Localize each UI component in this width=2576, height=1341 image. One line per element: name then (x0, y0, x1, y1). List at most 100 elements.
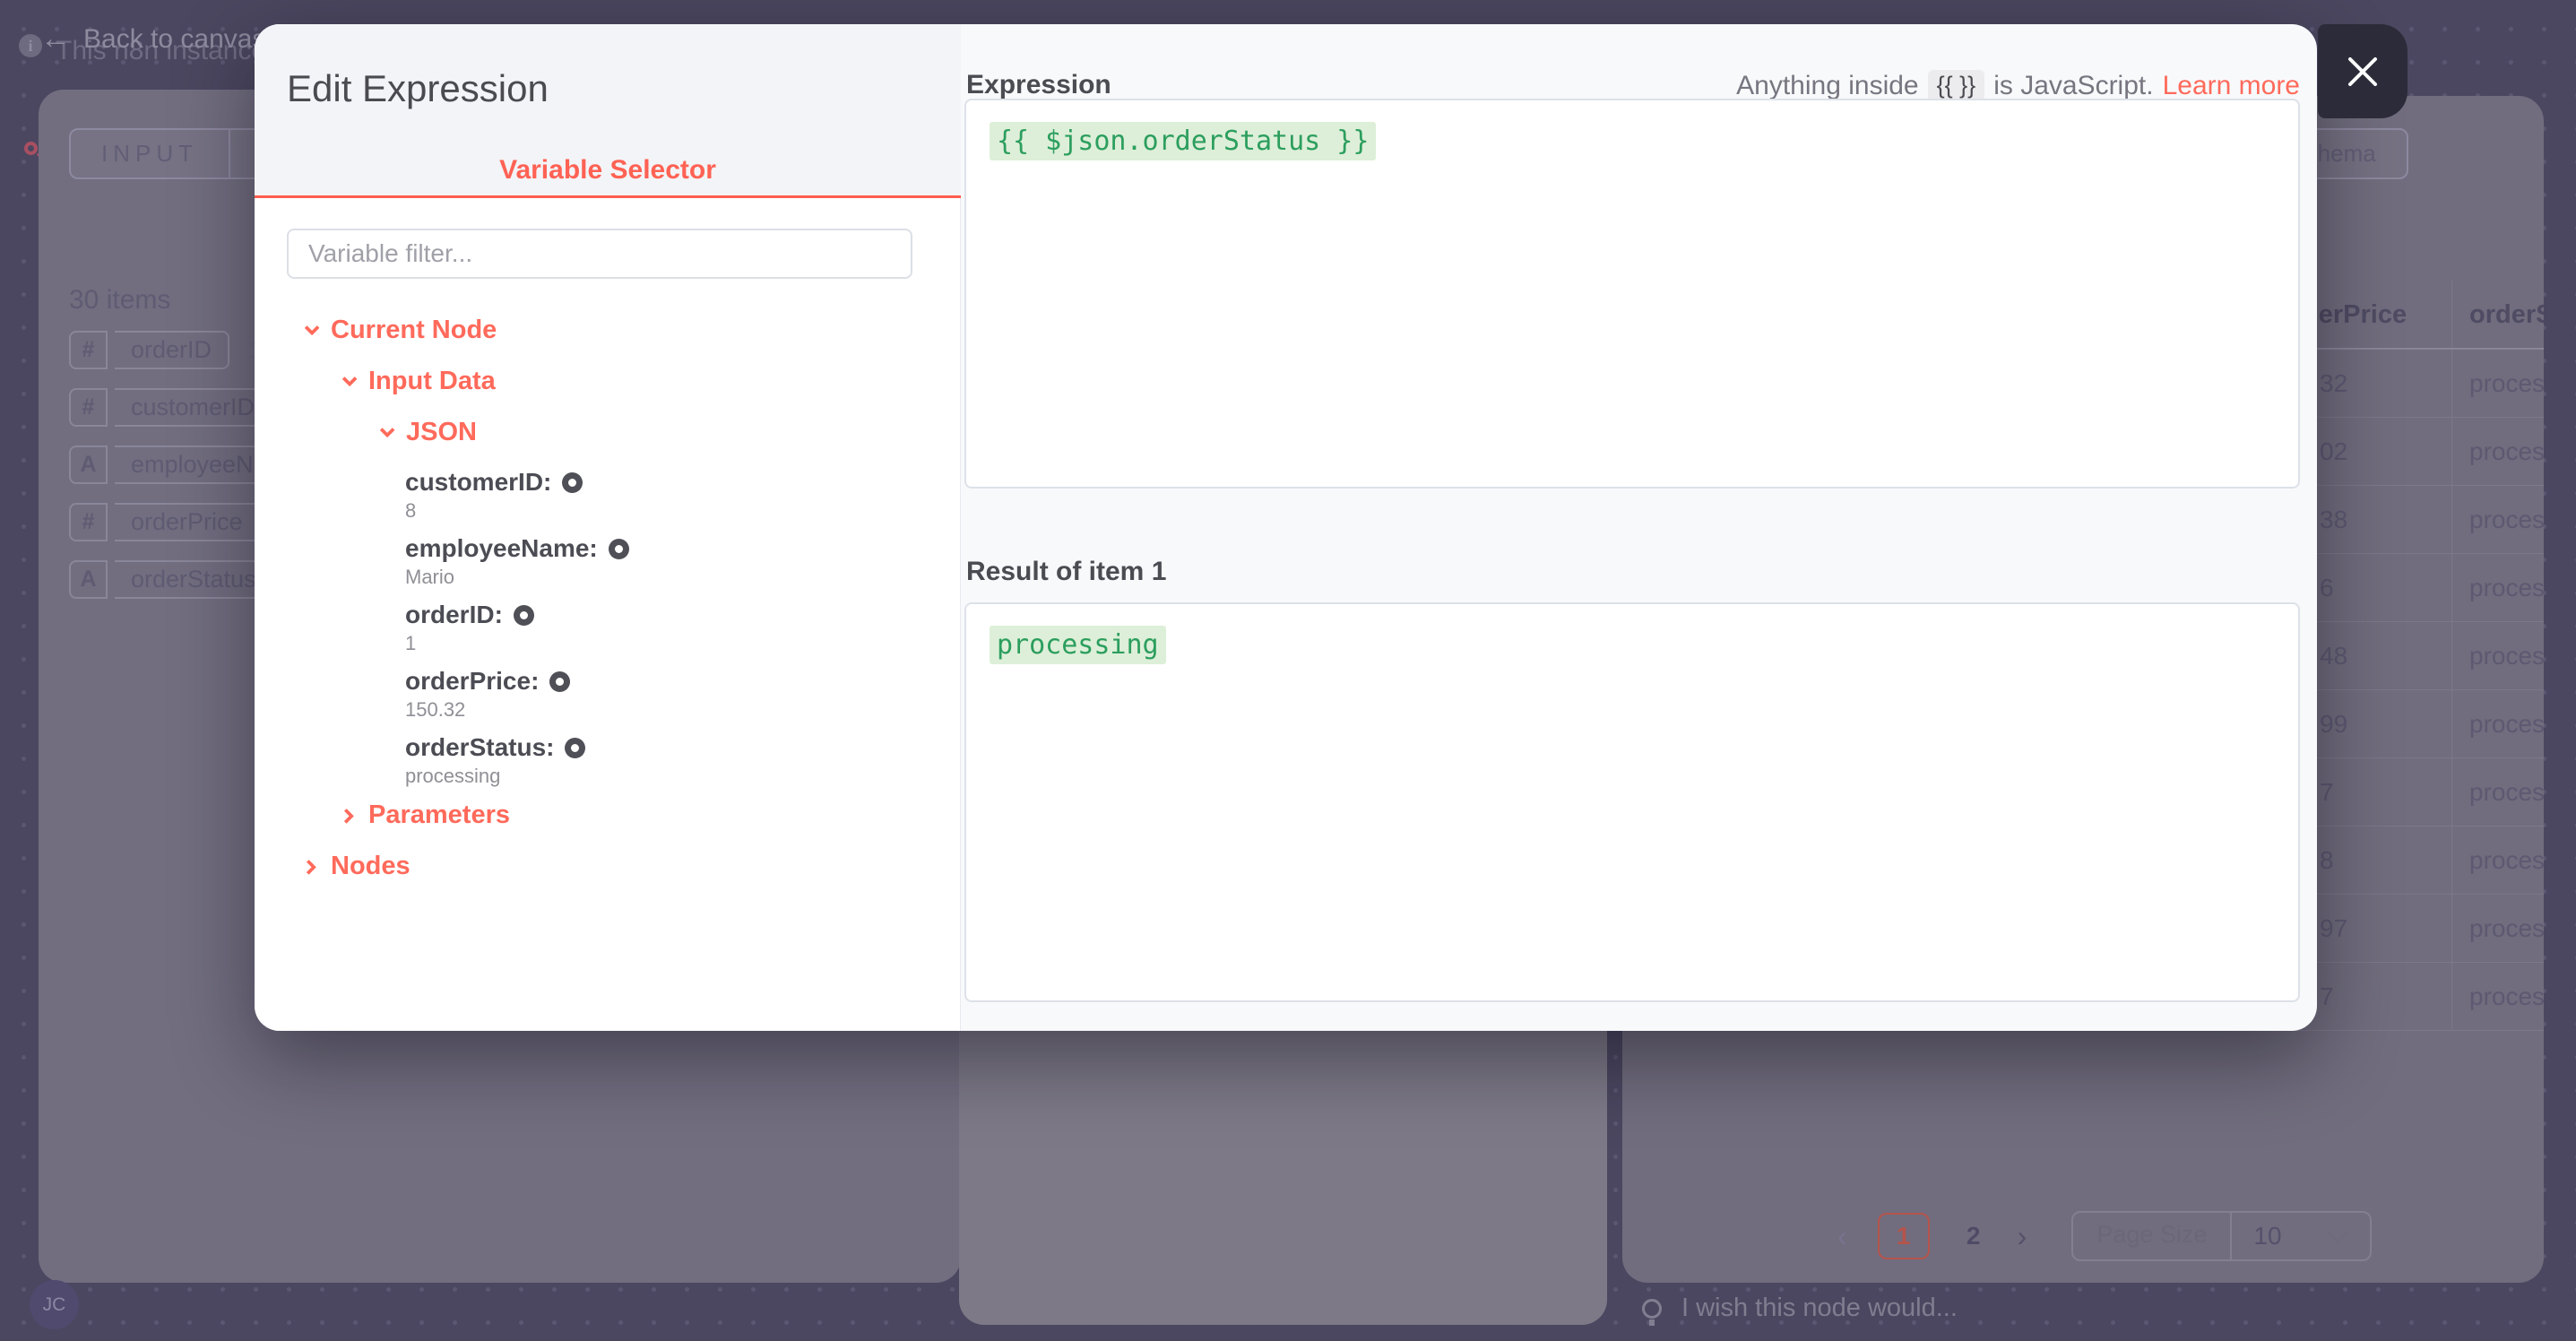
back-to-canvas-label: Back to canvas (83, 24, 265, 55)
cell-order-price: 99 (2320, 690, 2347, 758)
cell-order-price: 6 (2320, 554, 2334, 622)
page-button-1[interactable]: 1 (1878, 1213, 1930, 1259)
column-divider (2451, 895, 2452, 962)
tree-branch-parameters[interactable]: Parameters (255, 800, 961, 830)
tab-input[interactable]: INPUT (71, 130, 230, 177)
chevron-right-icon (339, 809, 354, 824)
tree-leaf-key: orderStatus: (405, 733, 554, 762)
tab-underline (255, 195, 961, 198)
tree-leaf-key: orderID: (405, 601, 503, 629)
cell-order-price: 7 (2320, 758, 2334, 826)
expression-editor[interactable]: {{ $json.orderStatus }} (964, 99, 2300, 489)
page-size-select[interactable]: Page Size 10 (2071, 1211, 2372, 1261)
tree-branch-current-node[interactable]: Current Node (255, 315, 961, 345)
cell-order-price: 97 (2320, 895, 2347, 963)
hint-prefix: Anything inside (1736, 71, 1918, 101)
cell-order-status: processing (2469, 690, 2544, 758)
chevron-down-icon (305, 320, 320, 335)
learn-more-link[interactable]: Learn more (2163, 71, 2300, 101)
variable-selector-panel: Edit Expression Variable Selector Curren… (255, 24, 961, 1031)
tree-leaf-key-row[interactable]: orderID: (405, 601, 961, 629)
insert-variable-icon[interactable] (565, 738, 585, 758)
schema-field-name: customerID (115, 388, 272, 427)
tree-leaf-value: processing (405, 765, 961, 788)
tree-leaf-customerID: customerID:8 (255, 468, 961, 523)
close-icon (2343, 52, 2382, 91)
cell-order-price: 32 (2320, 350, 2347, 418)
tree-branch-json[interactable]: JSON (255, 417, 961, 447)
insert-variable-icon[interactable] (609, 539, 629, 559)
cell-order-status: processing (2469, 622, 2544, 690)
column-divider (2451, 622, 2452, 689)
tree-leaf-employeeName: employeeName:Mario (255, 534, 961, 589)
insert-variable-icon[interactable] (549, 671, 570, 692)
cell-order-status: processing (2469, 486, 2544, 554)
cell-order-price: 48 (2320, 622, 2347, 690)
page-button-2[interactable]: 2 (1960, 1222, 1987, 1250)
prev-page-button[interactable]: ‹ (1837, 1220, 1847, 1253)
schema-row-orderID[interactable]: #orderID1 (69, 331, 263, 369)
number-type-icon: # (69, 503, 108, 541)
insert-variable-icon[interactable] (562, 472, 583, 493)
tree-branch-label: Current Node (331, 316, 497, 345)
schema-row-orderPrice[interactable]: #orderPrice (69, 503, 261, 541)
tree-leaf-orderID: orderID: 1 (255, 601, 961, 655)
column-divider (2451, 281, 2452, 348)
tree-leaf-value: 8 (405, 499, 961, 523)
column-divider (2451, 554, 2452, 621)
variable-filter-input[interactable] (287, 229, 912, 279)
string-type-icon: A (69, 560, 108, 599)
chevron-down-icon (342, 371, 358, 386)
column-divider (2451, 826, 2452, 894)
schema-field-name: orderID (115, 331, 229, 369)
insert-variable-icon[interactable] (514, 605, 534, 626)
schema-row-orderStatus[interactable]: AorderStatus (69, 560, 274, 599)
page-size-value: 10 (2232, 1222, 2330, 1250)
column-divider (2451, 690, 2452, 757)
tree-leaf-key-row[interactable]: customerID: (405, 468, 961, 497)
cell-order-status: processing (2469, 418, 2544, 486)
result-label: Result of item 1 (966, 557, 1166, 587)
schema-row-customerID[interactable]: #customerID (69, 388, 272, 427)
column-header-orderstatus: orderStatus (2469, 281, 2544, 350)
javascript-hint: Anything inside {{ }} is JavaScript. Lea… (1736, 70, 2300, 101)
expression-code: {{ $json.orderStatus }} (990, 122, 1376, 160)
tree-branch-label: Input Data (368, 367, 496, 396)
close-button[interactable] (2318, 24, 2407, 118)
number-type-icon: # (69, 388, 108, 427)
column-divider (2451, 486, 2452, 553)
column-divider (2451, 758, 2452, 826)
avatar[interactable]: JC (30, 1280, 79, 1329)
modal-header: Edit Expression Variable Selector (255, 24, 961, 195)
tab-variable-selector[interactable]: Variable Selector (255, 155, 961, 186)
next-page-button[interactable]: › (2018, 1220, 2027, 1253)
edit-expression-modal: Edit Expression Variable Selector Curren… (255, 24, 2317, 1031)
cell-order-status: processing (2469, 554, 2544, 622)
string-type-icon: A (69, 446, 108, 484)
schema-field-name: orderStatus (115, 560, 274, 599)
tree-leaf-value: 1 (405, 632, 961, 655)
chevron-right-icon (301, 860, 316, 875)
tree-branch-input-data[interactable]: Input Data (255, 366, 961, 396)
wish-placeholder: I wish this node would... (1681, 1293, 1958, 1323)
tree-leaf-key-row[interactable]: employeeName: (405, 534, 961, 563)
cell-order-price: 38 (2320, 486, 2347, 554)
chevron-down-icon (2328, 1224, 2348, 1244)
lightbulb-icon (1642, 1299, 1662, 1319)
tree-branch-nodes[interactable]: Nodes (255, 851, 961, 881)
pagination: ‹ 1 2 › Page Size 10 (1837, 1211, 2372, 1261)
tree-branch-label: Nodes (331, 852, 411, 881)
tree-leaf-orderPrice: orderPrice:150.32 (255, 667, 961, 722)
cell-order-price: 8 (2320, 826, 2334, 895)
tree-branch-label: Parameters (368, 800, 510, 830)
back-to-canvas-link[interactable]: ← Back to canvas (40, 22, 265, 56)
items-count: 30 items (69, 285, 170, 316)
back-arrow-icon: ← (40, 22, 71, 56)
cell-order-price: 7 (2320, 963, 2334, 1031)
tree-leaf-key-row[interactable]: orderStatus: (405, 733, 961, 762)
info-icon: i (19, 34, 42, 57)
tree-leaf-key-row[interactable]: orderPrice: (405, 667, 961, 696)
wish-input[interactable]: I wish this node would... (1642, 1293, 1958, 1323)
page-size-label: Page Size (2073, 1211, 2232, 1261)
tree-branch-label: JSON (406, 418, 477, 447)
